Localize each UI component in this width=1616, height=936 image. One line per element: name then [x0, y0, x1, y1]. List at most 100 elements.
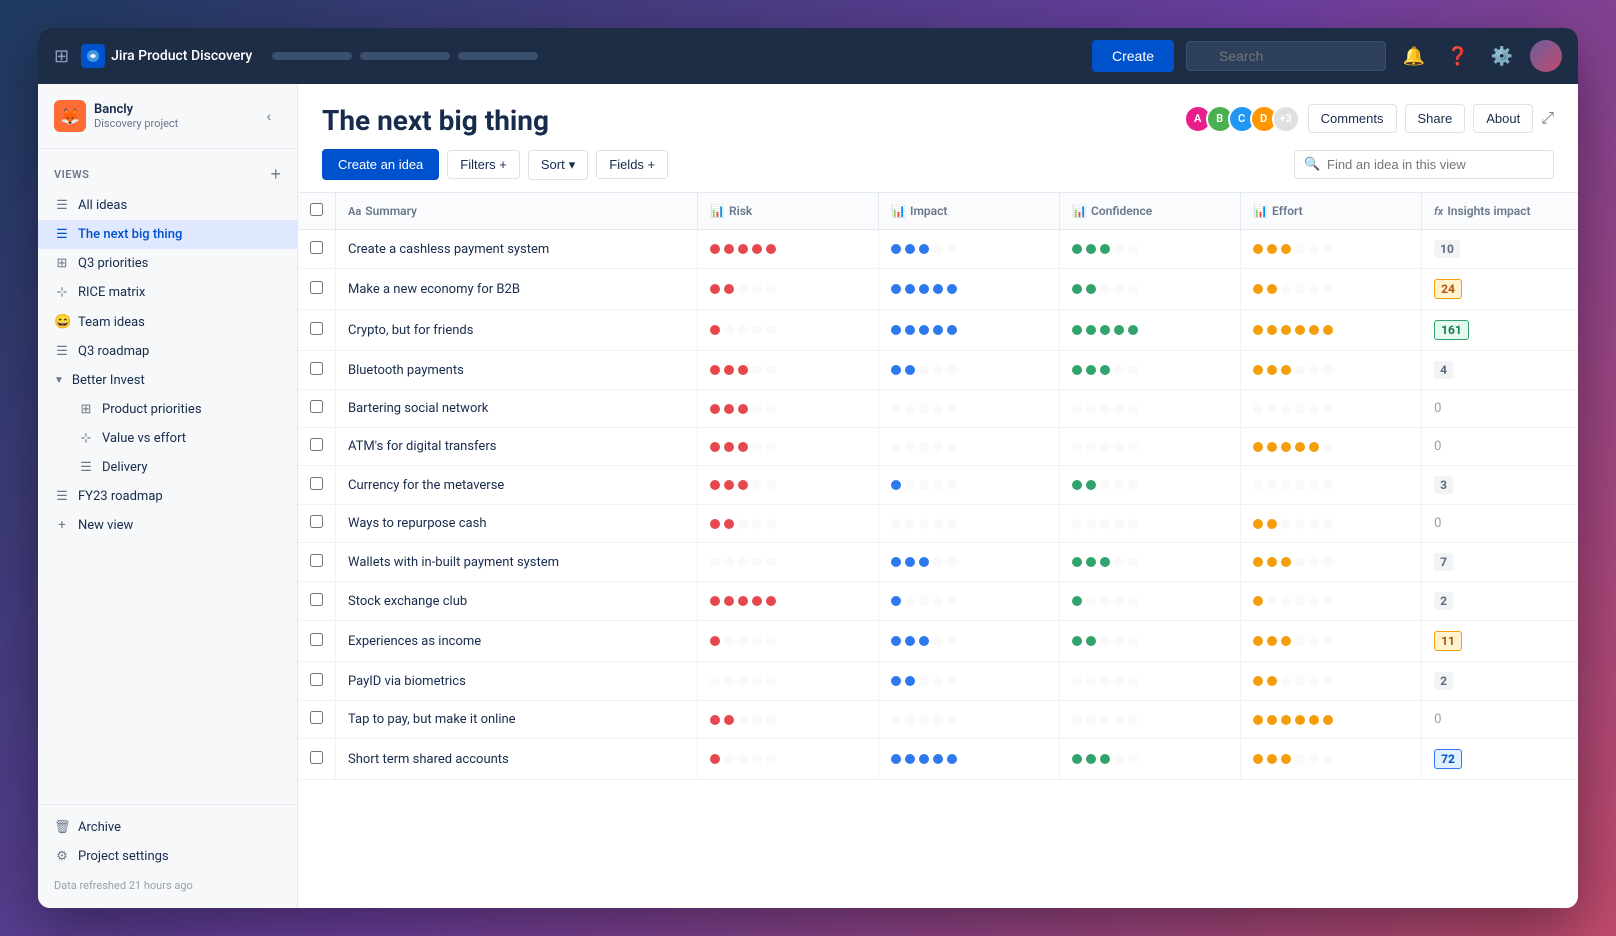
row-risk[interactable] — [698, 230, 879, 269]
sidebar-item-next-big-thing[interactable]: ☰ The next big thing — [38, 220, 297, 249]
row-confidence[interactable] — [1060, 428, 1241, 466]
row-effort[interactable] — [1241, 390, 1422, 428]
row-confidence[interactable] — [1060, 621, 1241, 662]
row-checkbox-6[interactable] — [310, 477, 323, 490]
row-confidence[interactable] — [1060, 310, 1241, 351]
th-insights-impact[interactable]: fx Insights impact — [1422, 193, 1578, 230]
row-risk[interactable] — [698, 505, 879, 543]
row-effort[interactable] — [1241, 351, 1422, 390]
row-summary[interactable]: Ways to repurpose cash — [336, 505, 698, 543]
row-insights-impact[interactable]: 0 — [1422, 505, 1578, 543]
row-insights-impact[interactable]: 2 — [1422, 662, 1578, 701]
row-summary[interactable]: PayID via biometrics — [336, 662, 698, 701]
row-risk[interactable] — [698, 466, 879, 505]
row-effort[interactable] — [1241, 701, 1422, 739]
row-impact[interactable] — [879, 701, 1060, 739]
sidebar-item-all-ideas[interactable]: ☰ All ideas — [38, 191, 297, 220]
row-confidence[interactable] — [1060, 351, 1241, 390]
row-checkbox-8[interactable] — [310, 554, 323, 567]
sidebar-item-better-invest[interactable]: ▼ Better Invest — [38, 366, 297, 395]
sidebar-item-q3-roadmap[interactable]: ☰ Q3 roadmap — [38, 337, 297, 366]
row-insights-impact[interactable]: 4 — [1422, 351, 1578, 390]
th-effort[interactable]: 📊 Effort — [1241, 193, 1422, 230]
sidebar-item-q3-priorities[interactable]: ⊞ Q3 priorities — [38, 249, 297, 278]
row-checkbox-9[interactable] — [310, 593, 323, 606]
row-risk[interactable] — [698, 582, 879, 621]
row-risk[interactable] — [698, 739, 879, 780]
th-confidence[interactable]: 📊 Confidence — [1060, 193, 1241, 230]
row-insights-impact[interactable]: 2 — [1422, 582, 1578, 621]
row-insights-impact[interactable]: 0 — [1422, 701, 1578, 739]
row-insights-impact[interactable]: 10 — [1422, 230, 1578, 269]
row-risk[interactable] — [698, 621, 879, 662]
sidebar-item-delivery[interactable]: ☰ Delivery — [38, 453, 297, 482]
row-effort[interactable] — [1241, 428, 1422, 466]
row-summary[interactable]: Crypto, but for friends — [336, 310, 698, 351]
row-effort[interactable] — [1241, 466, 1422, 505]
sidebar-item-fy23-roadmap[interactable]: ☰ FY23 roadmap — [38, 482, 297, 511]
row-insights-impact[interactable]: 24 — [1422, 269, 1578, 310]
share-button[interactable]: Share — [1405, 104, 1466, 133]
row-risk[interactable] — [698, 390, 879, 428]
row-summary[interactable]: Experiences as income — [336, 621, 698, 662]
about-button[interactable]: About — [1473, 104, 1533, 133]
row-impact[interactable] — [879, 739, 1060, 780]
row-risk[interactable] — [698, 428, 879, 466]
settings-icon[interactable]: ⚙️ — [1486, 40, 1518, 72]
row-confidence[interactable] — [1060, 269, 1241, 310]
row-checkbox-5[interactable] — [310, 438, 323, 451]
select-all-checkbox[interactable] — [310, 203, 323, 216]
row-impact[interactable] — [879, 621, 1060, 662]
sidebar-item-project-settings[interactable]: ⚙ Project settings — [38, 842, 297, 871]
row-summary[interactable]: Wallets with in-built payment system — [336, 543, 698, 582]
row-impact[interactable] — [879, 269, 1060, 310]
row-insights-impact[interactable]: 0 — [1422, 390, 1578, 428]
help-icon[interactable]: ❓ — [1442, 40, 1474, 72]
row-risk[interactable] — [698, 662, 879, 701]
row-summary[interactable]: Bartering social network — [336, 390, 698, 428]
comments-button[interactable]: Comments — [1308, 104, 1397, 133]
sidebar-item-rice-matrix[interactable]: ⊹ RICE matrix — [38, 278, 297, 307]
row-checkbox-13[interactable] — [310, 751, 323, 764]
th-impact[interactable]: 📊 Impact — [879, 193, 1060, 230]
row-summary[interactable]: Stock exchange club — [336, 582, 698, 621]
row-impact[interactable] — [879, 428, 1060, 466]
app-logo[interactable]: Jira Product Discovery — [81, 44, 252, 68]
row-checkbox-12[interactable] — [310, 711, 323, 724]
row-summary[interactable]: Make a new economy for B2B — [336, 269, 698, 310]
sort-button[interactable]: Sort ▾ — [528, 150, 588, 180]
row-confidence[interactable] — [1060, 582, 1241, 621]
sidebar-item-archive[interactable]: 🗑 Archive — [38, 813, 297, 842]
avatar-count[interactable]: +3 — [1272, 105, 1300, 133]
row-impact[interactable] — [879, 662, 1060, 701]
add-view-button[interactable]: + — [270, 165, 281, 183]
row-confidence[interactable] — [1060, 505, 1241, 543]
row-checkbox-10[interactable] — [310, 633, 323, 646]
row-risk[interactable] — [698, 351, 879, 390]
row-effort[interactable] — [1241, 230, 1422, 269]
row-insights-impact[interactable]: 72 — [1422, 739, 1578, 780]
sidebar-item-value-vs-effort[interactable]: ⊹ Value vs effort — [38, 424, 297, 453]
row-checkbox-7[interactable] — [310, 515, 323, 528]
nav-search-input[interactable] — [1186, 41, 1386, 71]
idea-search-input[interactable] — [1294, 150, 1554, 179]
row-effort[interactable] — [1241, 310, 1422, 351]
row-summary[interactable]: Create a cashless payment system — [336, 230, 698, 269]
row-summary[interactable]: Tap to pay, but make it online — [336, 701, 698, 739]
sidebar-item-team-ideas[interactable]: 😄 Team ideas — [38, 307, 297, 337]
grid-icon[interactable]: ⊞ — [54, 46, 69, 67]
create-button[interactable]: Create — [1092, 40, 1174, 72]
row-checkbox-0[interactable] — [310, 241, 323, 254]
row-insights-impact[interactable]: 3 — [1422, 466, 1578, 505]
row-impact[interactable] — [879, 310, 1060, 351]
row-effort[interactable] — [1241, 505, 1422, 543]
sidebar-item-new-view[interactable]: + New view — [38, 511, 297, 540]
row-effort[interactable] — [1241, 662, 1422, 701]
row-checkbox-2[interactable] — [310, 322, 323, 335]
row-impact[interactable] — [879, 505, 1060, 543]
row-confidence[interactable] — [1060, 390, 1241, 428]
row-risk[interactable] — [698, 269, 879, 310]
row-summary[interactable]: Short term shared accounts — [336, 739, 698, 780]
filters-button[interactable]: Filters + — [447, 150, 520, 179]
row-confidence[interactable] — [1060, 739, 1241, 780]
